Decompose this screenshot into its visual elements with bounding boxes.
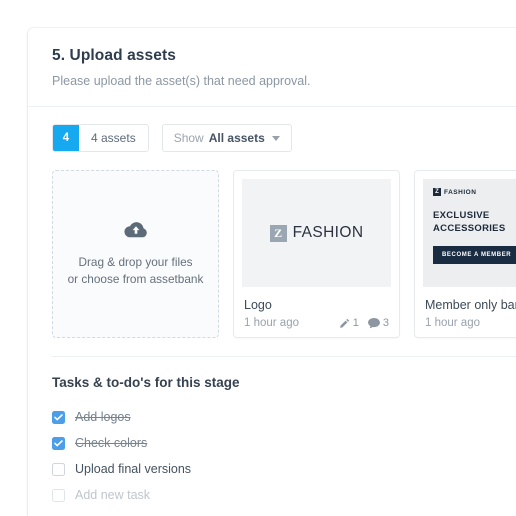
task-checkbox[interactable] <box>52 462 65 476</box>
add-new-task-label: Add new task <box>75 488 151 502</box>
task-label: Check colors <box>75 436 148 450</box>
check-icon <box>54 413 63 420</box>
banner-brand-name: FASHION <box>444 188 477 196</box>
page-subtitle: Please upload the asset(s) that need app… <box>52 74 311 88</box>
asset-timestamp: 1 hour ago <box>425 317 480 329</box>
asset-name: Logo <box>244 298 272 312</box>
show-filter-value: All assets <box>208 131 265 145</box>
add-new-task[interactable]: Add new task <box>52 482 516 508</box>
task-item[interactable]: Add logos <box>52 404 516 430</box>
comment-stat[interactable]: 3 <box>367 317 389 329</box>
asset-thumbnail-banner: Z FASHION EXCLUSIVE ACCESSORIES BECOME A… <box>423 179 516 287</box>
fashion-logo: Z FASHION <box>269 224 364 242</box>
asset-stats: 1 3 <box>339 317 389 329</box>
assets-grid: Drag & drop your files or choose from as… <box>28 152 516 338</box>
banner-headline-2: ACCESSORIES <box>433 223 506 234</box>
banner-headline-1: EXCLUSIVE <box>433 210 490 221</box>
logo-wordmark: FASHION <box>292 224 364 241</box>
page-title: 5. Upload assets <box>52 47 176 64</box>
check-icon <box>54 439 63 446</box>
task-label: Add logos <box>75 410 131 424</box>
banner-brand-logo: Z FASHION <box>433 188 516 196</box>
banner-preview: Z FASHION EXCLUSIVE ACCESSORIES BECOME A… <box>423 179 516 287</box>
logo-mark: Z <box>269 224 287 242</box>
asset-count-label: 4 assets <box>91 131 136 145</box>
task-checkbox-placeholder <box>52 488 65 502</box>
task-checkbox[interactable] <box>52 410 65 424</box>
asset-dropzone[interactable]: Drag & drop your files or choose from as… <box>52 170 219 338</box>
asset-card-banner[interactable]: Z FASHION EXCLUSIVE ACCESSORIES BECOME A… <box>414 170 516 338</box>
asset-name: Member only banner <box>425 298 516 312</box>
annotation-stat[interactable]: 1 <box>339 317 359 329</box>
asset-meta-row: 1 hour ago 1 3 <box>244 317 389 329</box>
assets-toolbar: 4 4 assets Show All assets <box>28 107 516 152</box>
comment-icon <box>367 317 380 328</box>
banner-logo-mark: Z <box>433 188 441 196</box>
banner-cta-button: BECOME A MEMBER <box>433 246 516 264</box>
asset-card-logo[interactable]: Z FASHION Logo 1 hour ago 1 3 <box>233 170 400 338</box>
task-label: Upload final versions <box>75 462 192 476</box>
dropzone-line-1: Drag & drop your files <box>78 254 193 269</box>
task-checkbox[interactable] <box>52 436 65 450</box>
asset-thumbnail-logo: Z FASHION <box>242 179 391 287</box>
pencil-icon <box>339 318 349 328</box>
asset-meta: Member only banner 1 hour ago <box>423 287 516 329</box>
status-badge: 4 <box>53 125 79 151</box>
asset-count-pill[interactable]: 4 4 assets <box>52 124 149 152</box>
panel-header: 5. Upload assets Please upload the asset… <box>28 28 516 107</box>
dropzone-line-2: or choose from assetbank <box>67 271 204 286</box>
cloud-upload-icon <box>123 221 149 245</box>
show-filter-dropdown[interactable]: Show All assets <box>161 124 292 152</box>
asset-meta: Logo 1 hour ago 1 3 <box>242 287 391 329</box>
task-item[interactable]: Upload final versions <box>52 456 516 482</box>
tasks-title: Tasks & to-do's for this stage <box>52 375 240 390</box>
annotation-count: 1 <box>352 317 359 329</box>
chevron-down-icon <box>271 135 280 141</box>
asset-timestamp: 1 hour ago <box>244 317 299 329</box>
comment-count: 3 <box>382 317 389 329</box>
upload-assets-panel: 5. Upload assets Please upload the asset… <box>28 28 516 516</box>
asset-meta-row: 1 hour ago <box>425 317 516 329</box>
show-filter-prefix: Show <box>173 131 204 145</box>
task-item[interactable]: Check colors <box>52 430 516 456</box>
tasks-section: Tasks & to-do's for this stage Add logos… <box>52 356 516 508</box>
